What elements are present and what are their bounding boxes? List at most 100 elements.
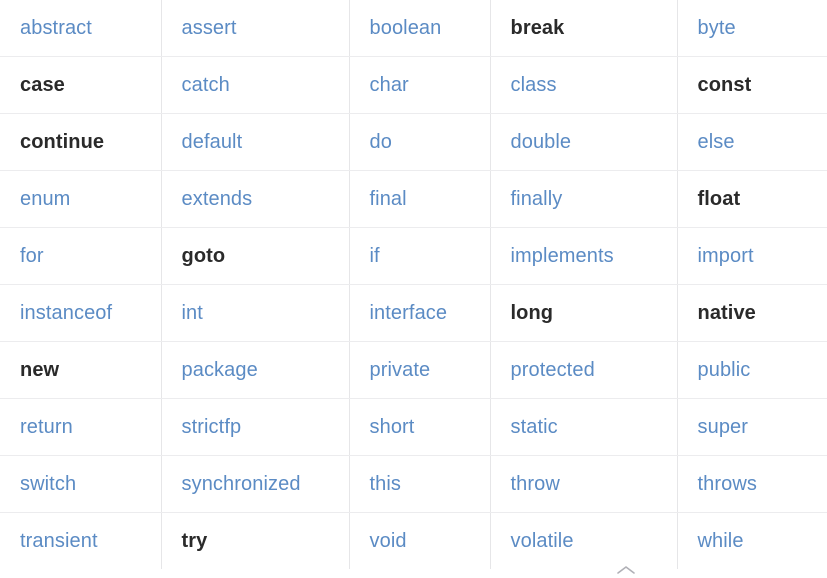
keyword-return[interactable]: return — [20, 416, 73, 438]
keyword-enum[interactable]: enum — [20, 188, 70, 210]
keyword-cell: char — [349, 56, 491, 114]
keyword-synchronized[interactable]: synchronized — [182, 473, 301, 495]
keyword-instanceof[interactable]: instanceof — [20, 302, 112, 324]
keyword-cell: strictfp — [161, 398, 350, 456]
keyword-switch[interactable]: switch — [20, 473, 76, 495]
keyword-cell: super — [677, 398, 827, 456]
chevron-up-icon[interactable] — [614, 563, 638, 577]
keyword-implements[interactable]: implements — [511, 245, 614, 267]
keyword-do[interactable]: do — [370, 131, 392, 153]
keyword-cell: abstract — [0, 0, 162, 57]
keyword-table-body: abstract assert boolean break byte case … — [0, 0, 827, 569]
keyword-int[interactable]: int — [182, 302, 203, 324]
keyword-cell: interface — [349, 284, 491, 342]
keyword-cell: volatile — [490, 512, 678, 569]
keyword-cell: double — [490, 113, 678, 171]
keyword-cell: public — [677, 341, 827, 399]
table-row: continue default do double else — [0, 113, 827, 171]
keyword-cell: if — [349, 227, 491, 285]
keyword-continue: continue — [20, 130, 105, 153]
table-row: switch synchronized this throw throws — [0, 455, 827, 513]
keyword-for[interactable]: for — [20, 245, 44, 267]
keyword-final[interactable]: final — [370, 188, 407, 210]
keyword-package[interactable]: package — [182, 359, 258, 381]
keyword-extends[interactable]: extends — [182, 188, 253, 210]
keyword-cell: synchronized — [161, 455, 350, 513]
keyword-goto: goto — [181, 244, 226, 267]
keyword-table-container: abstract assert boolean break byte case … — [0, 0, 827, 578]
keyword-cell: static — [490, 398, 678, 456]
keyword-cell: assert — [161, 0, 350, 57]
keyword-cell: switch — [0, 455, 162, 513]
keyword-cell: while — [677, 513, 827, 570]
keyword-this[interactable]: this — [370, 473, 402, 495]
keyword-catch[interactable]: catch — [182, 74, 230, 96]
keyword-short[interactable]: short — [370, 416, 415, 438]
keyword-cell: final — [349, 170, 491, 228]
keyword-assert[interactable]: assert — [182, 17, 237, 39]
keyword-cell: float — [677, 170, 827, 228]
keyword-cell: byte — [677, 0, 827, 57]
table-row: enum extends final finally float — [0, 170, 827, 228]
keyword-cell: import — [677, 227, 827, 285]
table-row: abstract assert boolean break byte — [0, 0, 827, 57]
keyword-class[interactable]: class — [511, 74, 557, 96]
table-row: return strictfp short static super — [0, 398, 827, 456]
keyword-cell: class — [490, 56, 678, 114]
keyword-cell: break — [490, 0, 678, 57]
keyword-protected[interactable]: protected — [511, 359, 595, 381]
keyword-cell: native — [677, 284, 827, 342]
keyword-strictfp[interactable]: strictfp — [182, 416, 242, 438]
table-row: new package private protected public — [0, 341, 827, 399]
keyword-super[interactable]: super — [698, 416, 749, 438]
keyword-public[interactable]: public — [698, 359, 751, 381]
keyword-float: float — [697, 187, 741, 210]
keyword-case: case — [20, 73, 65, 96]
keyword-abstract[interactable]: abstract — [20, 17, 92, 39]
keyword-throw[interactable]: throw — [511, 473, 560, 495]
keyword-cell: new — [0, 341, 162, 399]
keyword-static[interactable]: static — [511, 416, 558, 438]
table-row: case catch char class const — [0, 56, 827, 114]
keyword-const: const — [697, 73, 752, 96]
keyword-if[interactable]: if — [370, 245, 380, 267]
keyword-cell: goto — [161, 227, 350, 285]
keyword-default[interactable]: default — [182, 131, 243, 153]
keyword-cell: enum — [0, 170, 162, 228]
keyword-transient[interactable]: transient — [20, 530, 98, 552]
keyword-else[interactable]: else — [698, 131, 735, 153]
keyword-char[interactable]: char — [370, 74, 409, 96]
keyword-cell: do — [349, 113, 491, 171]
keyword-cell: protected — [490, 341, 678, 399]
keyword-throws[interactable]: throws — [698, 473, 758, 495]
keyword-cell: try — [161, 512, 350, 569]
keyword-cell: extends — [161, 170, 350, 228]
keyword-cell: boolean — [349, 0, 491, 57]
keyword-volatile[interactable]: volatile — [511, 530, 574, 552]
java-keywords-table: abstract assert boolean break byte case … — [0, 0, 827, 569]
table-row: transient try void volatile while — [0, 512, 827, 570]
keyword-cell: void — [349, 512, 491, 569]
keyword-cell: short — [349, 398, 491, 456]
keyword-double[interactable]: double — [511, 131, 572, 153]
keyword-break: break — [510, 16, 565, 39]
keyword-private[interactable]: private — [370, 359, 431, 381]
keyword-void[interactable]: void — [370, 530, 407, 552]
keyword-while[interactable]: while — [698, 530, 744, 552]
keyword-boolean[interactable]: boolean — [370, 17, 442, 39]
keyword-cell: else — [677, 113, 827, 171]
keyword-cell: return — [0, 398, 162, 456]
keyword-native: native — [697, 301, 756, 324]
table-row: for goto if implements import — [0, 227, 827, 285]
keyword-cell: implements — [490, 227, 678, 285]
keyword-byte[interactable]: byte — [698, 17, 736, 39]
keyword-cell: catch — [161, 56, 350, 114]
keyword-cell: case — [0, 56, 162, 114]
keyword-interface[interactable]: interface — [370, 302, 448, 324]
keyword-cell: this — [349, 455, 491, 513]
keyword-cell: continue — [0, 113, 162, 171]
keyword-finally[interactable]: finally — [511, 188, 563, 210]
keyword-cell: package — [161, 341, 350, 399]
keyword-cell: const — [677, 56, 827, 114]
keyword-import[interactable]: import — [698, 245, 754, 267]
